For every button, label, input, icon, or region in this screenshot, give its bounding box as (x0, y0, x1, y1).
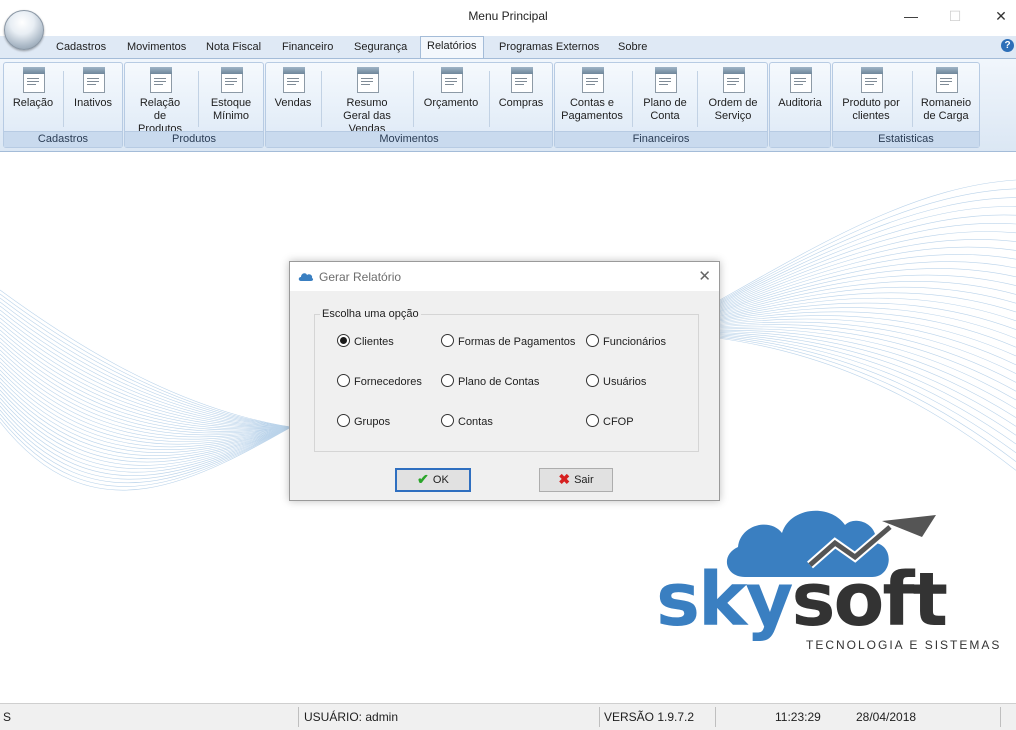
help-icon[interactable]: ? (1001, 39, 1014, 52)
report-icon (148, 67, 172, 93)
group-label-financeiros: Financeiros (555, 131, 767, 147)
tab-seguranca[interactable]: Segurança (348, 38, 413, 57)
relacao-button[interactable]: Relação (6, 67, 60, 110)
report-icon (219, 67, 243, 93)
report-icon (580, 67, 604, 93)
radio-fornecedores[interactable]: Fornecedores (337, 374, 422, 389)
status-date: 28/04/2018 (856, 710, 917, 724)
report-icon (788, 67, 812, 93)
radio-grupos[interactable]: Grupos (337, 414, 390, 429)
ribbon-panel: Relação Inativos Cadastros Relação de Pr… (0, 58, 1016, 152)
ribbon-group-movimentos: Vendas Resumo Geral das Vendas Orçamento… (265, 62, 553, 148)
radio-plano-de-contas[interactable]: Plano de Contas (441, 374, 539, 389)
dialog-close-button[interactable]: ✕ (698, 267, 711, 285)
compras-button[interactable]: Compras (494, 67, 548, 110)
tab-programas-externos[interactable]: Programas Externos (493, 38, 605, 57)
report-icon (934, 67, 958, 93)
radio-clientes[interactable]: Clientes (337, 334, 394, 349)
tab-relatorios[interactable]: Relatórios (420, 36, 484, 59)
report-icon (81, 67, 105, 93)
ribbon-group-produtos: Relação de Produtos Estoque Mínimo Produ… (124, 62, 264, 148)
title-bar: Menu Principal — ☐ ✕ (0, 0, 1016, 34)
minimize-button[interactable]: — (900, 6, 922, 26)
options-legend: Escolha uma opção (320, 308, 421, 320)
report-icon (439, 67, 463, 93)
vendas-button[interactable]: Vendas (268, 67, 318, 110)
cloud-icon (298, 273, 314, 281)
logo-sky-text: sky (656, 557, 793, 643)
status-time: 11:23:29 (775, 710, 821, 724)
group-label-cadastros: Cadastros (4, 131, 122, 147)
x-icon: ✖ (558, 471, 571, 487)
contas-e-pagamentos-button[interactable]: Contas e Pagamentos (557, 67, 627, 123)
maximize-button[interactable]: ☐ (944, 6, 966, 26)
logo-soft-text: soft (791, 557, 948, 643)
tab-cadastros[interactable]: Cadastros (50, 38, 112, 57)
produto-por-clientes-button[interactable]: Produto por clientes (835, 67, 907, 123)
orcamento-button[interactable]: Orçamento (418, 67, 484, 110)
ribbon-group-estatisticas: Produto por clientes Romaneio de Carga E… (832, 62, 980, 148)
status-user: USUÁRIO: admin (304, 710, 399, 724)
group-label-movimentos: Movimentos (266, 131, 552, 147)
check-icon: ✔ (417, 471, 429, 487)
sair-button[interactable]: ✖ Sair (539, 468, 613, 492)
report-icon (281, 67, 305, 93)
romaneio-de-carga-button[interactable]: Romaneio de Carga (915, 67, 977, 123)
logo-tagline: TECNOLOGIA E SISTEMAS (806, 638, 1002, 652)
report-icon (653, 67, 677, 93)
tab-nota-fiscal[interactable]: Nota Fiscal (200, 38, 267, 57)
ribbon-tabs: Cadastros Movimentos Nota Fiscal Finance… (0, 36, 1016, 59)
skysoft-logo: skysoft TECNOLOGIA E SISTEMAS (650, 485, 1000, 665)
tab-financeiro[interactable]: Financeiro (276, 38, 339, 57)
window-title: Menu Principal (468, 9, 548, 23)
radio-cfop[interactable]: CFOP (586, 414, 634, 429)
report-icon (21, 67, 45, 93)
auditoria-button[interactable]: Auditoria (772, 67, 828, 110)
status-left: S (3, 710, 12, 724)
report-icon (859, 67, 883, 93)
radio-funcionarios[interactable]: Funcionários (586, 334, 666, 349)
relacao-de-produtos-button[interactable]: Relação de Produtos (127, 67, 193, 136)
ribbon-group-financeiros: Contas e Pagamentos Plano de Conta Ordem… (554, 62, 768, 148)
ribbon-group-cadastros: Relação Inativos Cadastros (3, 62, 123, 148)
radio-contas[interactable]: Contas (441, 414, 493, 429)
gerar-relatorio-dialog: Gerar Relatório ✕ Escolha uma opção Clie… (289, 261, 720, 501)
dialog-title: Gerar Relatório (319, 270, 402, 284)
application-orb-button[interactable] (4, 10, 44, 50)
group-label-estatisticas: Estatisticas (833, 131, 979, 147)
ordem-de-servico-button[interactable]: Ordem de Serviço (701, 67, 765, 123)
report-icon (355, 67, 379, 93)
inativos-button[interactable]: Inativos (66, 67, 120, 110)
status-bar: S USUÁRIO: admin VERSÃO 1.9.7.2 11:23:29… (0, 703, 1016, 730)
status-version: VERSÃO 1.9.7.2 (604, 710, 695, 724)
report-icon (509, 67, 533, 93)
report-icon (721, 67, 745, 93)
radio-formas-de-pagamentos[interactable]: Formas de Pagamentos (441, 334, 575, 349)
radio-usuarios[interactable]: Usuários (586, 374, 646, 389)
tab-sobre[interactable]: Sobre (612, 38, 653, 57)
ok-button[interactable]: ✔ OK (395, 468, 471, 492)
estoque-minimo-button[interactable]: Estoque Mínimo (201, 67, 261, 123)
dialog-title-bar: Gerar Relatório ✕ (290, 262, 719, 291)
close-button[interactable]: ✕ (990, 6, 1012, 26)
group-label-produtos: Produtos (125, 131, 263, 147)
plano-de-conta-button[interactable]: Plano de Conta (637, 67, 693, 123)
group-label-auditoria (770, 131, 830, 147)
ribbon-group-auditoria: Auditoria (769, 62, 831, 148)
resumo-geral-das-vendas-button[interactable]: Resumo Geral das Vendas (326, 67, 408, 136)
radio-selected-icon (337, 334, 350, 347)
tab-movimentos[interactable]: Movimentos (121, 38, 192, 57)
